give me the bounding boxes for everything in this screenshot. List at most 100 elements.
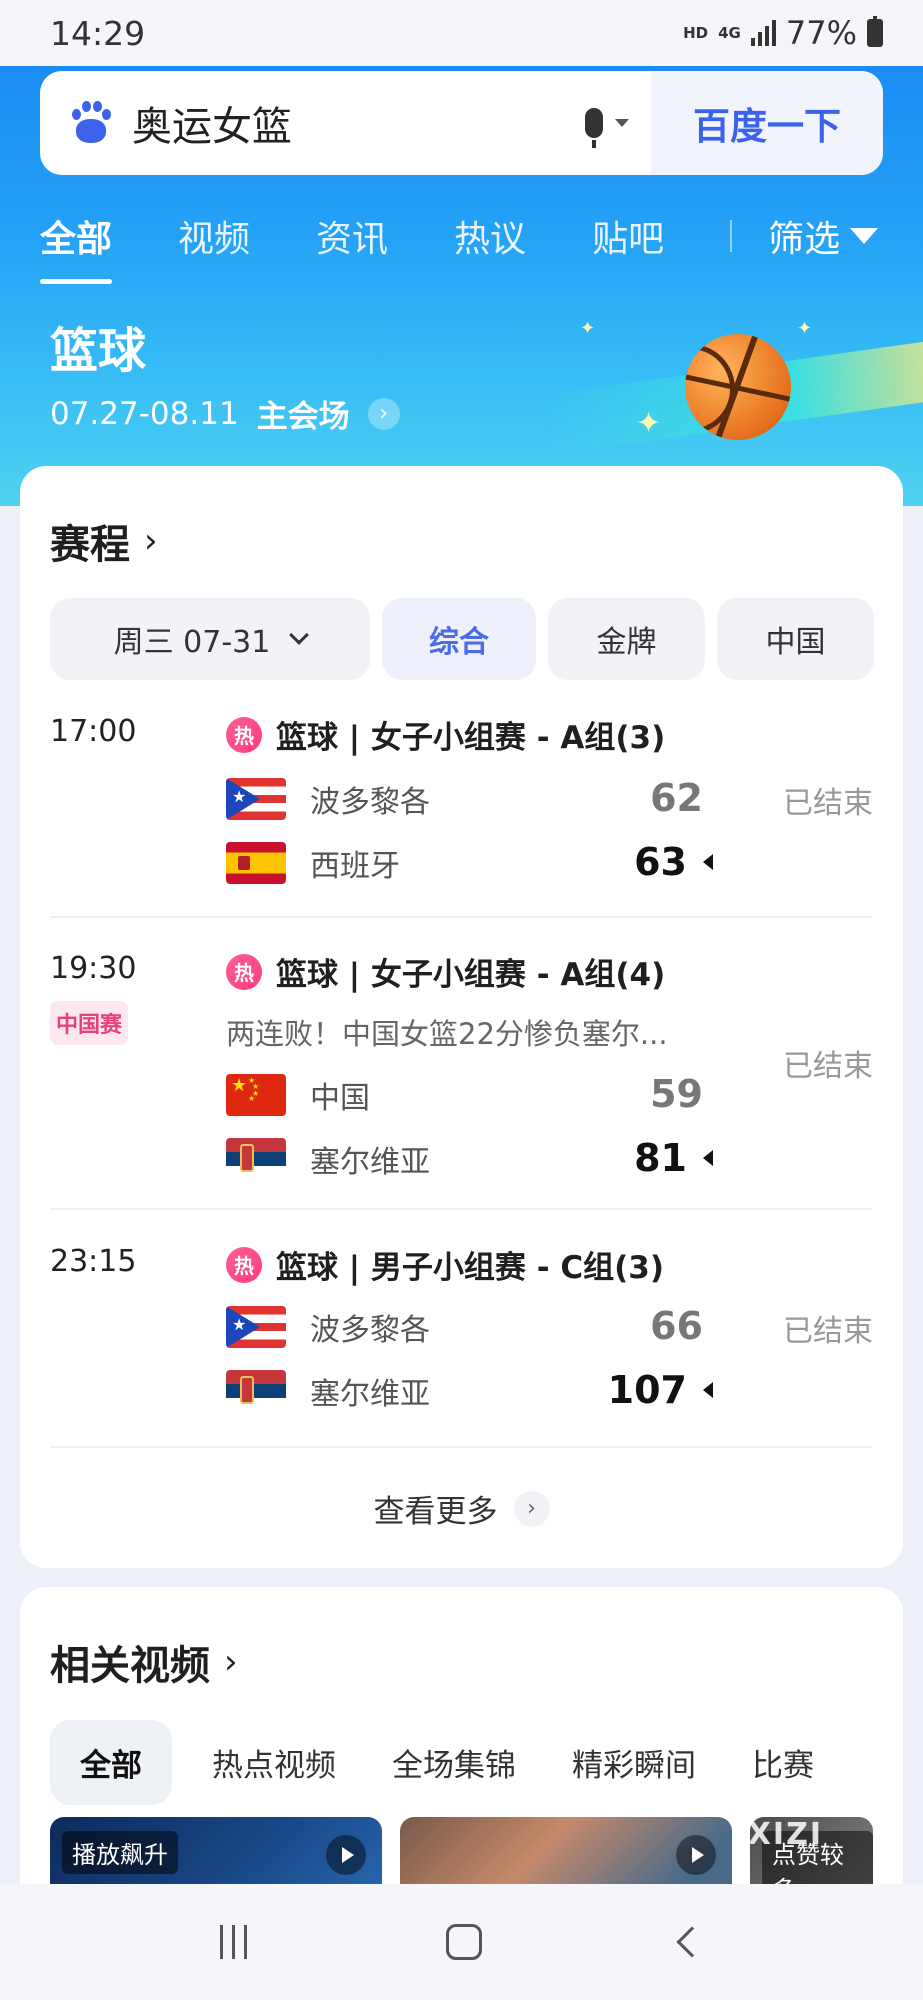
china-flag-icon: ★ ★ ★ ★ ★ bbox=[226, 1074, 286, 1116]
filter-button[interactable]: 筛选 bbox=[768, 210, 879, 262]
hd-indicator: HD bbox=[683, 23, 709, 42]
tab-video[interactable]: 视频 bbox=[178, 210, 250, 262]
schedule-title-link[interactable]: 赛程 › bbox=[50, 512, 158, 570]
chevron-right-icon: › bbox=[224, 1642, 238, 1682]
match-title: 热 篮球 | 女子小组赛 - A组(4) bbox=[226, 949, 665, 994]
date-selector-label: 周三 07-31 bbox=[113, 625, 271, 660]
voice-search-button[interactable] bbox=[585, 108, 629, 148]
sparkle-icon: ✦ bbox=[636, 406, 662, 441]
search-tabs: 全部 视频 资讯 热议 贴吧 筛选 bbox=[40, 196, 900, 284]
spain-flag-icon bbox=[226, 842, 286, 884]
filter-overall[interactable]: 综合 bbox=[382, 598, 536, 680]
match-title-text: 篮球 | 男子小组赛 - C组(3) bbox=[276, 1250, 665, 1286]
network-type-indicator: 4G bbox=[718, 23, 741, 42]
hot-icon: 热 bbox=[226, 953, 262, 990]
baidu-paw-icon bbox=[68, 101, 112, 145]
match-title: 热 篮球 | 男子小组赛 - C组(3) bbox=[226, 1242, 664, 1287]
schedule-card: 赛程 › 周三 07-31 综合 金牌 中国 17:00 热 篮球 | 女子小组… bbox=[20, 466, 903, 1568]
filter-gold[interactable]: 金牌 bbox=[548, 598, 705, 680]
team-name: 西班牙 bbox=[310, 849, 400, 884]
sparkle-icon: ✦ bbox=[580, 318, 596, 339]
schedule-title: 赛程 bbox=[50, 522, 130, 568]
serbia-flag-icon bbox=[226, 1370, 286, 1412]
play-icon bbox=[676, 1835, 716, 1875]
puerto-rico-flag-icon: ★ bbox=[226, 1306, 286, 1348]
search-button[interactable]: 百度一下 bbox=[651, 71, 883, 175]
team-score: 107 bbox=[607, 1368, 687, 1412]
video-tab-match[interactable]: 比赛 bbox=[752, 1740, 814, 1785]
home-icon[interactable] bbox=[445, 1924, 482, 1960]
china-match-badge: 中国赛 bbox=[50, 1001, 129, 1045]
battery-icon bbox=[867, 16, 883, 47]
battery-percent: 77% bbox=[785, 14, 857, 52]
video-tab-hot[interactable]: 热点视频 bbox=[212, 1740, 336, 1785]
search-input[interactable]: 奥运女篮 bbox=[132, 94, 585, 152]
match-status: 已结束 bbox=[783, 1314, 873, 1349]
match-time: 19:30 bbox=[50, 951, 137, 986]
status-icons: HD 4G 77% bbox=[683, 14, 883, 52]
match-row[interactable]: 19:30 中国赛 热 篮球 | 女子小组赛 - A组(4) 两连败！中国女篮2… bbox=[50, 951, 873, 1181]
filter-label: 筛选 bbox=[768, 219, 841, 260]
watermark: XIZI bbox=[747, 1817, 823, 1852]
tab-all[interactable]: 全部 bbox=[40, 210, 113, 284]
match-status: 已结束 bbox=[783, 1049, 873, 1084]
chevron-right-icon[interactable]: › bbox=[367, 397, 400, 430]
videos-title: 相关视频 bbox=[50, 1643, 210, 1689]
sparkle-icon: ✦ bbox=[797, 318, 813, 339]
sport-title: 篮球 bbox=[50, 323, 147, 379]
team-score: 62 bbox=[650, 776, 703, 820]
clock: 14:29 bbox=[50, 13, 146, 53]
system-nav-bar bbox=[0, 1884, 923, 2000]
match-status: 已结束 bbox=[783, 786, 873, 821]
video-tab-moments[interactable]: 精彩瞬间 bbox=[572, 1740, 696, 1785]
team-score: 66 bbox=[650, 1304, 703, 1348]
team-name: 波多黎各 bbox=[310, 1313, 430, 1348]
match-row[interactable]: 17:00 热 篮球 | 女子小组赛 - A组(3) ★ 波多黎各 62 已结束… bbox=[50, 714, 873, 884]
play-icon bbox=[326, 1835, 366, 1875]
filter-china[interactable]: 中国 bbox=[717, 598, 874, 680]
videos-title-link[interactable]: 相关视频 › bbox=[50, 1633, 238, 1691]
chevron-down-icon bbox=[615, 119, 629, 127]
puerto-rico-flag-icon: ★ bbox=[226, 778, 286, 820]
winner-arrow-icon bbox=[703, 1382, 713, 1398]
event-dates: 07.27-08.11 bbox=[50, 395, 239, 432]
status-bar: 14:29 HD 4G 77% bbox=[0, 0, 923, 66]
video-tabs: 全部 热点视频 全场集锦 精彩瞬间 比赛 bbox=[50, 1720, 870, 1805]
hero-banner: 奥运女篮 百度一下 全部 视频 资讯 热议 贴吧 筛选 篮球 07.27-08.… bbox=[0, 66, 923, 506]
video-tab-all[interactable]: 全部 bbox=[50, 1720, 172, 1805]
tab-discuss[interactable]: 热议 bbox=[454, 210, 526, 262]
match-time: 23:15 bbox=[50, 1244, 137, 1279]
back-icon[interactable] bbox=[676, 1926, 708, 1958]
hot-icon: 热 bbox=[226, 1246, 262, 1283]
tab-divider bbox=[730, 220, 733, 252]
tab-tieba[interactable]: 贴吧 bbox=[592, 210, 664, 262]
team-score: 59 bbox=[650, 1072, 703, 1116]
divider bbox=[50, 916, 873, 918]
date-selector[interactable]: 周三 07-31 bbox=[50, 598, 370, 680]
chevron-right-icon: › bbox=[144, 521, 158, 561]
event-info: 07.27-08.11 主会场 › bbox=[50, 391, 400, 436]
divider bbox=[50, 1208, 873, 1210]
serbia-flag-icon bbox=[226, 1138, 286, 1180]
microphone-icon bbox=[585, 108, 603, 148]
view-more-button[interactable]: 查看更多 › bbox=[20, 1486, 903, 1531]
chevron-right-icon: › bbox=[513, 1490, 550, 1527]
funnel-icon bbox=[850, 228, 879, 244]
recent-apps-icon[interactable] bbox=[219, 1925, 247, 1959]
match-headline[interactable]: 两连败！中国女篮22分惨负塞尔... bbox=[226, 1011, 668, 1053]
video-tag: 播放飙升 bbox=[62, 1831, 178, 1874]
match-time: 17:00 bbox=[50, 714, 137, 749]
team-name: 中国 bbox=[310, 1081, 370, 1116]
search-box[interactable]: 奥运女篮 百度一下 bbox=[40, 71, 883, 175]
view-more-label: 查看更多 bbox=[373, 1494, 498, 1530]
match-row[interactable]: 23:15 热 篮球 | 男子小组赛 - C组(3) ★ 波多黎各 66 已结束… bbox=[50, 1244, 873, 1414]
match-title-text: 篮球 | 女子小组赛 - A组(3) bbox=[276, 720, 666, 756]
video-tab-full-highlights[interactable]: 全场集锦 bbox=[392, 1740, 516, 1785]
tab-news[interactable]: 资讯 bbox=[316, 210, 388, 262]
basketball-icon bbox=[685, 334, 791, 440]
team-score: 63 bbox=[634, 840, 687, 884]
chevron-down-icon bbox=[289, 625, 310, 645]
team-name: 塞尔维亚 bbox=[310, 1145, 430, 1180]
main-venue-link[interactable]: 主会场 bbox=[257, 391, 350, 436]
hot-icon: 热 bbox=[226, 716, 262, 753]
